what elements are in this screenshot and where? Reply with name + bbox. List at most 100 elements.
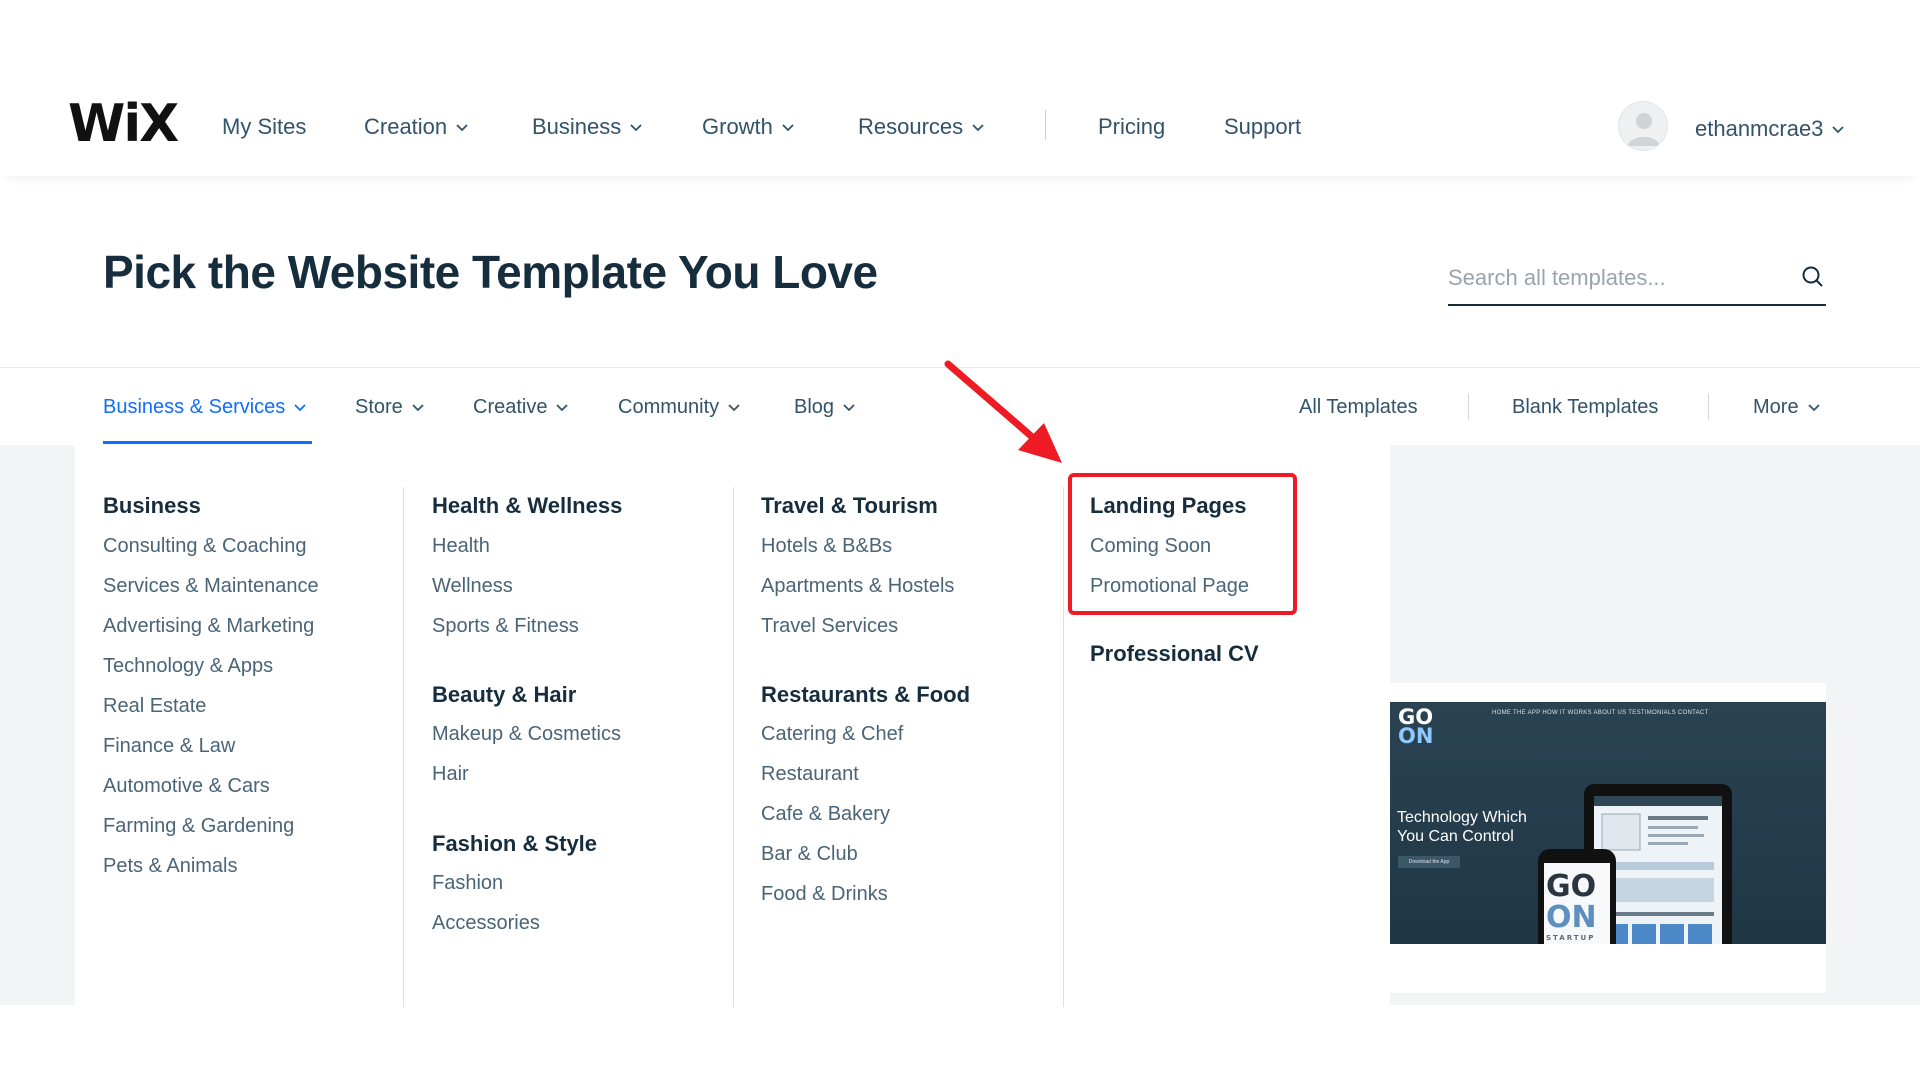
username-label: ethanmcrae3 (1695, 116, 1824, 141)
nav-my-sites[interactable]: My Sites (222, 116, 306, 138)
group-title-business[interactable]: Business (103, 495, 201, 517)
tab-creative-label: Creative (473, 396, 548, 418)
tab-blank-templates-label: Blank Templates (1512, 396, 1659, 418)
phone-logo-top: GO (1546, 869, 1597, 904)
menu-link[interactable]: Accessories (432, 913, 540, 933)
menu-link[interactable]: Travel Services (761, 616, 898, 636)
nav-business[interactable]: Business (532, 116, 643, 138)
tab-community-label: Community (618, 396, 720, 418)
category-divider (1468, 394, 1469, 420)
column-divider (1063, 487, 1064, 1007)
nav-growth[interactable]: Growth (702, 116, 795, 138)
user-icon (1628, 113, 1660, 146)
tab-blog-label: Blog (794, 396, 835, 418)
tab-blog[interactable]: Blog (794, 397, 856, 417)
tab-business-services-label: Business & Services (103, 396, 286, 418)
nav-support-label: Support (1224, 114, 1302, 139)
menu-link[interactable]: Hair (432, 764, 469, 784)
search-icon[interactable] (1800, 264, 1826, 290)
phone-logo: GO ON STARTUP (1546, 871, 1597, 943)
nav-divider (1045, 110, 1046, 140)
nav-pricing[interactable]: Pricing (1098, 116, 1165, 138)
group-title-travel-tourism[interactable]: Travel & Tourism (761, 495, 938, 517)
annotation-arrow-icon (944, 360, 1062, 463)
menu-link[interactable]: Hotels & B&Bs (761, 536, 892, 556)
chevron-down-icon (843, 404, 855, 412)
menu-link[interactable]: Services & Maintenance (103, 576, 319, 596)
column-divider (733, 487, 734, 1007)
group-title-professional-cv[interactable]: Professional CV (1090, 643, 1259, 665)
top-nav: WiX My Sites Creation Business Growth Re… (0, 70, 1920, 176)
menu-link[interactable]: Real Estate (103, 696, 206, 716)
chevron-down-icon (556, 404, 569, 412)
nav-pricing-label: Pricing (1098, 114, 1166, 139)
user-menu[interactable]: ethanmcrae3 (1695, 116, 1845, 142)
menu-link[interactable]: Bar & Club (761, 844, 858, 864)
tab-store-label: Store (355, 396, 403, 418)
tab-more-label: More (1753, 396, 1799, 418)
tab-more[interactable]: More (1753, 397, 1821, 417)
active-tab-indicator (103, 441, 312, 444)
group-title-fashion-style[interactable]: Fashion & Style (432, 833, 597, 855)
tab-community[interactable]: Community (618, 397, 741, 417)
chevron-down-icon (294, 404, 306, 412)
chevron-down-icon (782, 124, 794, 132)
preview-headline: Technology Which You Can Control (1397, 808, 1527, 846)
menu-link[interactable]: Fashion (432, 873, 503, 893)
nav-growth-label: Growth (702, 114, 773, 139)
group-title-health-wellness[interactable]: Health & Wellness (432, 495, 622, 517)
tab-all-templates-label: All Templates (1299, 396, 1418, 418)
nav-my-sites-label: My Sites (222, 114, 307, 139)
chevron-down-icon (728, 404, 740, 412)
category-divider (1708, 394, 1709, 420)
nav-resources[interactable]: Resources (858, 116, 985, 138)
preview-headline-line: You Can Control (1397, 828, 1514, 845)
menu-link[interactable]: Apartments & Hostels (761, 576, 954, 596)
group-title-beauty-hair[interactable]: Beauty & Hair (432, 684, 576, 706)
tab-store[interactable]: Store (355, 397, 425, 417)
preview-download-button: Download the App (1398, 856, 1460, 868)
menu-link[interactable]: Pets & Animals (103, 856, 238, 876)
menu-link[interactable]: Makeup & Cosmetics (432, 724, 621, 744)
template-preview-card[interactable]: GO ON HOME THE APP HOW IT WORKS ABOUT US… (1390, 683, 1826, 993)
nav-business-label: Business (532, 114, 622, 139)
menu-link[interactable]: Automotive & Cars (103, 776, 270, 796)
nav-creation[interactable]: Creation (364, 116, 469, 138)
menu-link[interactable]: Health (432, 536, 490, 556)
wix-logo[interactable]: WiX (68, 98, 179, 150)
group-title-restaurants-food[interactable]: Restaurants & Food (761, 684, 970, 706)
menu-link[interactable]: Wellness (432, 576, 513, 596)
preview-logo-bottom: ON (1398, 724, 1434, 748)
chevron-down-icon (1807, 404, 1820, 412)
menu-link[interactable]: Cafe & Bakery (761, 804, 890, 824)
menu-link[interactable]: Sports & Fitness (432, 616, 579, 636)
annotation-highlight-box (1068, 473, 1297, 615)
search-input[interactable] (1448, 258, 1788, 298)
menu-link[interactable]: Catering & Chef (761, 724, 903, 744)
menu-link[interactable]: Restaurant (761, 764, 859, 784)
preview-logo: GO ON (1398, 707, 1434, 748)
phone-logo-sub: STARTUP (1546, 934, 1596, 942)
chevron-down-icon (456, 124, 468, 132)
menu-link[interactable]: Food & Drinks (761, 884, 888, 904)
tab-creative[interactable]: Creative (473, 397, 569, 417)
menu-link[interactable]: Advertising & Marketing (103, 616, 314, 636)
nav-resources-label: Resources (858, 114, 964, 139)
tab-business-services[interactable]: Business & Services (103, 397, 307, 417)
menu-link[interactable]: Farming & Gardening (103, 816, 294, 836)
menu-link[interactable]: Technology & Apps (103, 656, 273, 676)
phone-mockup: GO ON STARTUP (1538, 849, 1616, 944)
chevron-down-icon (1832, 126, 1845, 134)
phone-logo-bottom: ON (1546, 900, 1597, 935)
page: WiX My Sites Creation Business Growth Re… (0, 0, 1920, 1080)
menu-link[interactable]: Finance & Law (103, 736, 235, 756)
search-box (1448, 258, 1826, 306)
tab-all-templates[interactable]: All Templates (1299, 397, 1418, 417)
avatar[interactable] (1618, 101, 1668, 151)
template-preview-image: GO ON HOME THE APP HOW IT WORKS ABOUT US… (1390, 702, 1826, 944)
tab-blank-templates[interactable]: Blank Templates (1512, 397, 1658, 417)
menu-link[interactable]: Consulting & Coaching (103, 536, 306, 556)
column-divider (403, 487, 404, 1007)
nav-support[interactable]: Support (1224, 116, 1301, 138)
chevron-down-icon (412, 404, 424, 412)
